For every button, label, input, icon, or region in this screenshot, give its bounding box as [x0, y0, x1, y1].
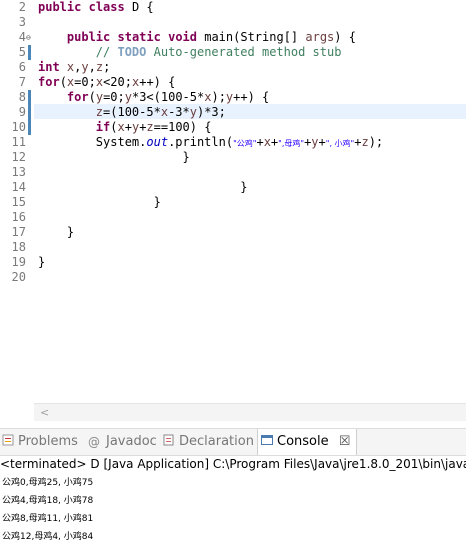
line-number: 14: [11, 180, 26, 194]
code-line[interactable]: 11 System.out.println("公鸡"+x+",母鸡"+y+", …: [0, 135, 466, 150]
console-line: 公鸡0,母鸡25, 小鸡75: [2, 478, 94, 488]
tab-label: Console: [277, 434, 329, 449]
code-line[interactable]: 3: [0, 15, 466, 30]
code-line[interactable]: 15 }: [0, 195, 466, 210]
tab-javadoc[interactable]: @ Javadoc: [88, 429, 157, 455]
line-number: 18: [11, 240, 26, 254]
console-output[interactable]: 公鸡0,母鸡25, 小鸡75 公鸡4,母鸡18, 小鸡78 公鸡8,母鸡11, …: [0, 474, 466, 546]
code-text[interactable]: public class D {: [38, 0, 154, 15]
close-icon[interactable]: ☒: [339, 434, 351, 449]
at-icon: @: [88, 435, 100, 449]
code-text[interactable]: int x,y,z;: [38, 60, 110, 75]
code-line[interactable]: 13: [0, 165, 466, 180]
console-line: 公鸡8,母鸡11, 小鸡81: [2, 514, 94, 524]
code-editor[interactable]: 2 public class D { 3 4 public static void m…: [0, 0, 466, 403]
code-line[interactable]: 9 z=(100-5*x-3*y)*3;: [0, 105, 466, 120]
code-line[interactable]: 17 }: [0, 225, 466, 240]
code-line[interactable]: 19}: [0, 255, 466, 270]
code-text[interactable]: public static void main(String[] args) {: [38, 30, 356, 45]
code-text[interactable]: if(x+y+z==100) {: [38, 120, 212, 135]
fold-collapse-icon[interactable]: ⊖: [26, 34, 34, 42]
console-icon: [261, 435, 273, 445]
code-line[interactable]: 14 }: [0, 180, 466, 195]
line-number: 3: [18, 15, 26, 29]
tab-declaration[interactable]: Declaration: [163, 429, 254, 455]
line-number: 19: [11, 255, 26, 269]
console-line: 公鸡12,母鸡4, 小鸡84: [2, 532, 94, 542]
console-status: <terminated> D [Java Application] C:\Pro…: [0, 457, 466, 471]
tab-console[interactable]: Console ☒: [257, 429, 358, 455]
code-text[interactable]: }: [38, 255, 45, 270]
code-line[interactable]: 20: [0, 270, 466, 285]
line-number: 7: [18, 75, 26, 89]
line-number: 12: [11, 150, 26, 164]
line-number: 13: [11, 165, 26, 179]
code-line[interactable]: 12 }: [0, 150, 466, 165]
problems-icon: [2, 434, 14, 446]
line-number: 15: [11, 195, 26, 209]
tab-label: Declaration: [179, 434, 254, 449]
line-number: 10: [11, 120, 26, 134]
horizontal-scrollbar[interactable]: <: [34, 403, 466, 421]
code-line[interactable]: 8 for(y=0;y*3<(100-5*x);y++) {: [0, 90, 466, 105]
code-text[interactable]: for(x=0;x<20;x++) {: [38, 75, 175, 90]
code-text[interactable]: }: [38, 225, 74, 240]
bottom-panel-tabs: Problems @ Javadoc Declaration Console ☒: [0, 428, 466, 456]
code-line[interactable]: 10 if(x+y+z==100) {: [0, 120, 466, 135]
line-number: 16: [11, 210, 26, 224]
tab-label: Javadoc: [106, 434, 157, 449]
code-text[interactable]: for(y=0;y*3<(100-5*x);y++) {: [38, 90, 269, 105]
code-line[interactable]: 16: [0, 210, 466, 225]
code-text[interactable]: }: [38, 195, 161, 210]
line-number: 20: [11, 270, 26, 284]
line-number: 9: [18, 105, 26, 119]
code-text[interactable]: // TODO Auto-generated method stub: [38, 45, 342, 60]
tab-problems[interactable]: Problems: [2, 429, 78, 455]
code-text[interactable]: }: [38, 150, 189, 165]
code-line[interactable]: 4 public static void main(String[] args)…: [0, 30, 466, 45]
line-number: 6: [18, 60, 26, 74]
line-number: 17: [11, 225, 26, 239]
scroll-left-icon[interactable]: <: [40, 406, 49, 419]
code-text[interactable]: }: [38, 180, 247, 195]
code-line[interactable]: 2 public class D {: [0, 0, 466, 15]
code-line[interactable]: 7 for(x=0;x<20;x++) {: [0, 75, 466, 90]
line-number: 11: [11, 135, 26, 149]
console-line: 公鸡4,母鸡18, 小鸡78: [2, 496, 94, 506]
declaration-icon: [163, 434, 174, 446]
code-text[interactable]: System.out.println("公鸡"+x+",母鸡"+y+", 小鸡"…: [38, 135, 383, 151]
code-text[interactable]: z=(100-5*x-3*y)*3;: [38, 105, 226, 120]
line-number: 5: [18, 45, 26, 59]
tab-label: Problems: [18, 434, 78, 449]
code-line[interactable]: 5 // TODO Auto-generated method stub: [0, 45, 466, 60]
line-number: 8: [18, 90, 26, 104]
line-number: 2: [18, 0, 26, 14]
code-line[interactable]: 18: [0, 240, 466, 255]
code-line[interactable]: 6 int x,y,z;: [0, 60, 466, 75]
line-number: 4: [18, 30, 26, 44]
